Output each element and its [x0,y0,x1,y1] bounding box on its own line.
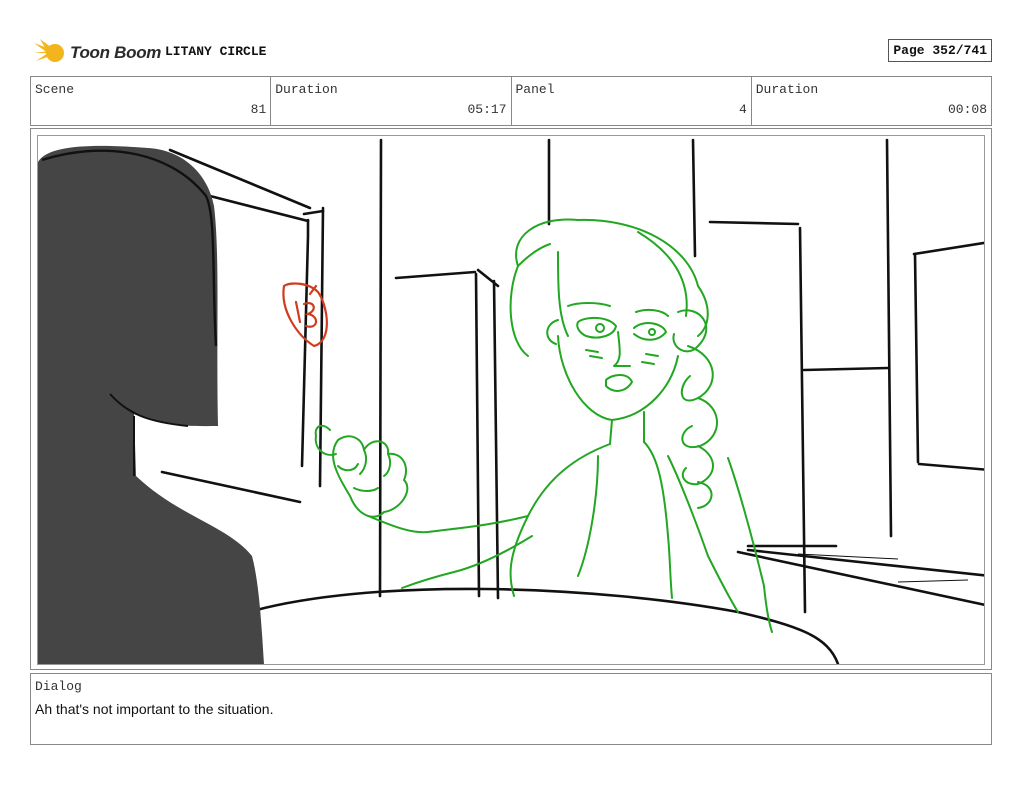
scene-label: Scene [35,82,75,97]
storyboard-sketch [38,138,984,664]
panel-duration-label: Duration [755,82,819,97]
storyboard-header: Toon Boom LITANY CIRCLE Page 352/741 [30,36,992,70]
panel-label: Panel [515,82,555,97]
panel-duration-value: 00:08 [947,102,987,117]
dialog-label: Dialog [35,679,82,694]
dialog-text: Ah that's not important to the situation… [35,701,274,717]
scene-duration-cell: Duration 05:17 [271,77,512,125]
panel-info-row: Scene 81 Duration 05:17 Panel 4 Duration… [30,76,992,126]
background-lines [160,138,984,664]
starburst-icon [34,39,64,62]
panel-value: 4 [738,102,747,117]
panel-image [37,135,985,665]
page-indicator: Page 352/741 [888,39,992,62]
toon-boom-logo: Toon Boom [34,38,161,68]
panel-frame [30,128,992,670]
logo-text: Toon Boom [70,43,162,62]
green-character [314,218,773,633]
scene-value: 81 [250,102,267,117]
scene-cell: Scene 81 [31,77,272,125]
panel-duration-cell: Duration 00:08 [752,77,991,125]
dialog-box: Dialog Ah that's not important to the si… [30,673,992,745]
panel-cell: Panel 4 [512,77,752,125]
scene-duration-value: 05:17 [467,102,507,117]
project-title: LITANY CIRCLE [165,44,267,59]
silhouette-figure [38,145,264,664]
scene-duration-label: Duration [275,82,338,97]
